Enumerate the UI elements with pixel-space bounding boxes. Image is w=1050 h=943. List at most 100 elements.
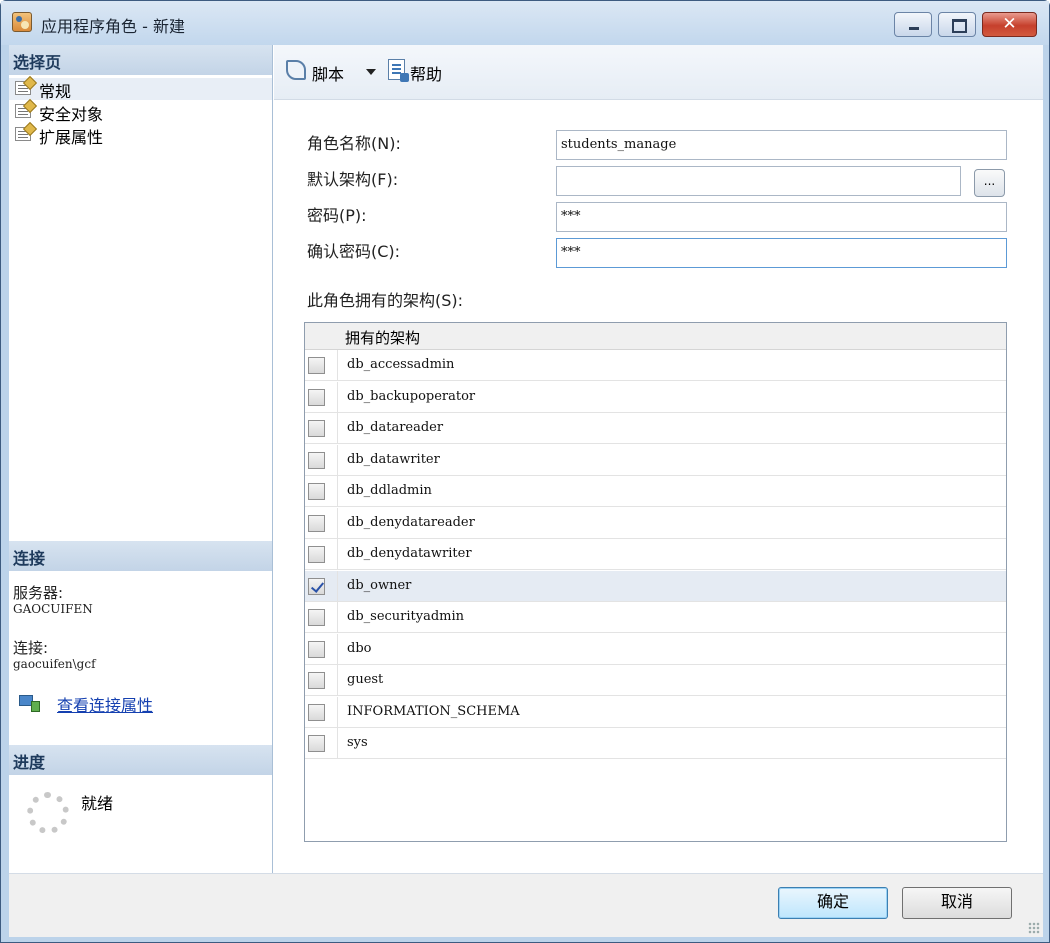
schema-checkbox[interactable] [308, 514, 325, 532]
page-item-securables[interactable]: 安全对象 [9, 101, 104, 124]
table-row[interactable]: db_denydatareader [305, 507, 1006, 539]
checkbox-cell [305, 413, 338, 444]
schema-checkbox[interactable] [308, 546, 325, 563]
window-title: 应用程序角色 - 新建 [41, 17, 185, 36]
checkbox-cell [305, 539, 338, 570]
table-row[interactable]: sys [305, 728, 1006, 759]
table-row[interactable]: db_owner [305, 570, 1006, 602]
schema-name: guest [347, 672, 384, 687]
dialog-client-area: 选择页 常规 安全对象 扩展属性 连接 服务器: GAOCUIFEN 连接: g… [9, 45, 1043, 937]
checkbox-cell [305, 696, 338, 728]
right-pane: 脚本 帮助 角色名称(N): students_manage 默认架构(F): … [274, 45, 1043, 873]
confirm-password-label: 确认密码(C): [307, 242, 401, 261]
progress-header: 进度 [9, 745, 272, 775]
role-name-field[interactable]: students_manage [556, 130, 1007, 160]
connection-value: gaocuifen\gcf [13, 657, 96, 671]
schema-checkbox[interactable] [308, 357, 325, 374]
help-button[interactable]: 帮助 [410, 61, 442, 85]
schema-name: INFORMATION_SCHEMA [347, 703, 520, 719]
connection-label: 连接: [13, 639, 49, 657]
progress-spinner-icon [27, 792, 69, 834]
progress-status: 就绪 [81, 794, 114, 813]
checkbox-cell [305, 570, 338, 602]
schema-name: db_accessadmin [347, 357, 455, 372]
script-icon[interactable] [286, 60, 306, 80]
confirm-password-field[interactable]: *** [556, 238, 1007, 268]
schema-name: db_owner [347, 577, 412, 593]
schema-checkbox[interactable] [308, 640, 325, 658]
table-row[interactable]: db_datawriter [305, 444, 1006, 476]
schema-checkbox[interactable] [308, 703, 325, 721]
close-button[interactable]: ✕ [982, 12, 1037, 37]
server-label: 服务器: [13, 584, 64, 602]
checkbox-cell [305, 444, 338, 476]
checkbox-cell [305, 507, 338, 539]
owned-schemas-label: 此角色拥有的架构(S): [307, 291, 464, 310]
connection-header: 连接 [9, 541, 272, 571]
schema-checkbox[interactable] [308, 483, 325, 500]
schema-checkbox[interactable] [308, 577, 325, 595]
checkbox-cell [305, 476, 338, 507]
password-label: 密码(P): [307, 206, 367, 225]
default-schema-field[interactable] [556, 166, 961, 196]
page-item-extended-properties[interactable]: 扩展属性 [9, 124, 104, 147]
page-item-label: 常规 [39, 82, 72, 101]
checkbox-cell [305, 665, 338, 696]
column-header-owned-schemas[interactable]: 拥有的架构 [345, 327, 420, 348]
button-bar: 确定 取消 [9, 873, 1043, 937]
schema-checkbox[interactable] [308, 609, 325, 626]
page-item-general[interactable]: 常规 [9, 78, 272, 101]
resize-grip-icon[interactable] [1028, 922, 1040, 934]
help-icon[interactable] [388, 59, 409, 82]
schema-name: db_backupoperator [347, 388, 476, 404]
toolbar: 脚本 帮助 [274, 45, 1043, 100]
schema-name: db_denydatareader [347, 514, 475, 530]
select-page-header: 选择页 [9, 45, 272, 75]
title-bar[interactable]: 应用程序角色 - 新建 ✕ [1, 1, 1049, 45]
password-field[interactable]: *** [556, 202, 1007, 232]
schema-checkbox[interactable] [308, 388, 325, 406]
app-role-dialog: 应用程序角色 - 新建 ✕ 选择页 常规 安全对象 扩展属性 连接 服务器: G… [0, 0, 1050, 943]
schema-checkbox[interactable] [308, 672, 325, 689]
table-row[interactable]: db_datareader [305, 413, 1006, 444]
schema-checkbox[interactable] [308, 451, 325, 469]
owned-schemas-grid[interactable]: 拥有的架构 db_accessadmin db_backupoperator db_… [304, 322, 1007, 842]
page-item-label: 扩展属性 [39, 128, 104, 147]
checkbox-cell [305, 350, 338, 381]
role-name-label: 角色名称(N): [307, 134, 401, 153]
checkbox-cell [305, 381, 338, 413]
ok-button[interactable]: 确定 [778, 887, 888, 919]
table-row[interactable]: db_denydatawriter [305, 539, 1006, 570]
table-row[interactable]: guest [305, 665, 1006, 696]
schema-name: db_ddladmin [347, 483, 432, 498]
grid-header: 拥有的架构 [305, 323, 1006, 350]
schema-name: sys [347, 735, 368, 750]
table-row[interactable]: db_accessadmin [305, 350, 1006, 381]
schema-name: db_denydatawriter [347, 546, 472, 561]
schema-name: db_datawriter [347, 451, 440, 467]
schema-checkbox[interactable] [308, 735, 325, 752]
table-row[interactable]: db_backupoperator [305, 381, 1006, 413]
app-role-icon [12, 12, 32, 32]
schema-name: db_datareader [347, 420, 444, 435]
table-row[interactable]: INFORMATION_SCHEMA [305, 696, 1006, 728]
view-connection-properties-link[interactable]: 查看连接属性 [57, 692, 153, 716]
connection-properties-icon[interactable] [19, 695, 41, 713]
table-row[interactable]: dbo [305, 633, 1006, 665]
table-row[interactable]: db_securityadmin [305, 602, 1006, 633]
browse-schema-button[interactable]: ... [974, 169, 1005, 197]
page-icon [15, 127, 31, 141]
cancel-button[interactable]: 取消 [902, 887, 1012, 919]
minimize-button[interactable] [894, 12, 932, 37]
schema-checkbox[interactable] [308, 420, 325, 437]
server-value: GAOCUIFEN [13, 602, 93, 616]
page-item-label: 安全对象 [39, 105, 104, 124]
script-button[interactable]: 脚本 [312, 61, 344, 85]
default-schema-label: 默认架构(F): [307, 170, 399, 189]
maximize-button[interactable] [938, 12, 976, 37]
chevron-down-icon[interactable] [366, 69, 376, 75]
checkbox-cell [305, 633, 338, 665]
page-icon [15, 104, 31, 118]
table-row[interactable]: db_ddladmin [305, 476, 1006, 507]
checkbox-cell [305, 602, 338, 633]
